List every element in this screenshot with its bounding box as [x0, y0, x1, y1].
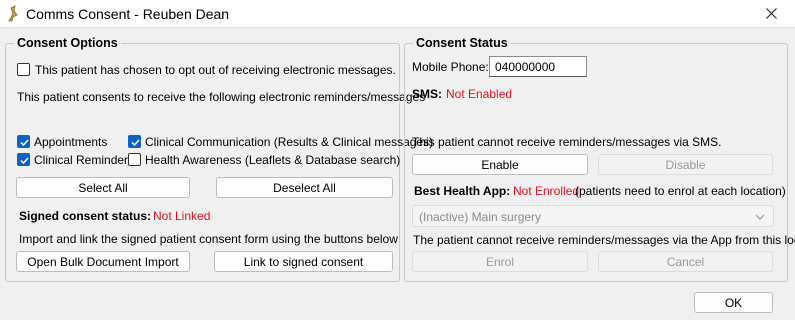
sms-disable-button[interactable]: Disable: [598, 154, 773, 175]
sms-label: SMS:: [412, 87, 442, 101]
opt-out-label[interactable]: This patient has chosen to opt out of re…: [35, 63, 396, 77]
title-bar: Comms Consent - Reuben Dean: [0, 0, 795, 28]
cancel-enrol-button[interactable]: Cancel: [598, 251, 773, 272]
deselect-all-button[interactable]: Deselect All: [216, 177, 393, 198]
consent-options-title: Consent Options: [14, 36, 121, 50]
sms-enable-button[interactable]: Enable: [412, 154, 588, 175]
mobile-phone-label: Mobile Phone:: [412, 60, 489, 74]
enrol-button[interactable]: Enrol: [412, 251, 588, 272]
mobile-phone-field[interactable]: [489, 56, 587, 77]
appointments-label[interactable]: Appointments: [34, 135, 107, 149]
consent-intro-text: This patient consents to receive the fol…: [17, 90, 426, 104]
checkmark-icon: [131, 139, 140, 147]
health-awareness-checkbox[interactable]: [128, 153, 141, 166]
sms-status-value: Not Enabled: [446, 87, 513, 101]
close-button[interactable]: [749, 0, 795, 28]
clinical-communication-checkbox[interactable]: [128, 135, 141, 148]
opt-out-checkbox[interactable]: [17, 63, 30, 76]
appointments-checkbox[interactable]: [17, 135, 30, 148]
open-bulk-import-button[interactable]: Open Bulk Document Import: [16, 251, 190, 272]
app-logo-icon: [6, 5, 20, 23]
location-select-value: (Inactive) Main surgery: [419, 210, 542, 224]
best-health-app-label: Best Health App:: [414, 184, 511, 198]
checkmark-icon: [20, 157, 29, 165]
app-message: The patient cannot receive reminders/mes…: [413, 233, 795, 247]
signed-status-label: Signed consent status:: [19, 209, 152, 223]
best-health-app-status: Not Enrolled: [513, 184, 580, 198]
consent-status-title: Consent Status: [413, 36, 511, 50]
best-health-app-note: (patients need to enrol at each location…: [575, 184, 786, 198]
location-select[interactable]: (Inactive) Main surgery: [412, 205, 774, 227]
health-awareness-label[interactable]: Health Awareness (Leaflets & Database se…: [145, 153, 400, 167]
clinical-communication-label[interactable]: Clinical Communication (Results & Clinic…: [145, 135, 433, 149]
chevron-down-icon: [755, 214, 765, 220]
window-title: Comms Consent - Reuben Dean: [26, 6, 230, 22]
clinical-reminders-checkbox[interactable]: [17, 153, 30, 166]
link-signed-consent-button[interactable]: Link to signed consent: [214, 251, 393, 272]
select-all-button[interactable]: Select All: [16, 177, 190, 198]
signed-status-value: Not Linked: [153, 209, 211, 223]
close-icon: [766, 8, 777, 19]
checkmark-icon: [20, 139, 29, 147]
sms-message: This patient cannot receive reminders/me…: [412, 135, 722, 149]
import-instructions: Import and link the signed patient conse…: [19, 232, 398, 246]
ok-button[interactable]: OK: [694, 292, 773, 313]
clinical-reminders-label[interactable]: Clinical Reminders: [34, 153, 134, 167]
